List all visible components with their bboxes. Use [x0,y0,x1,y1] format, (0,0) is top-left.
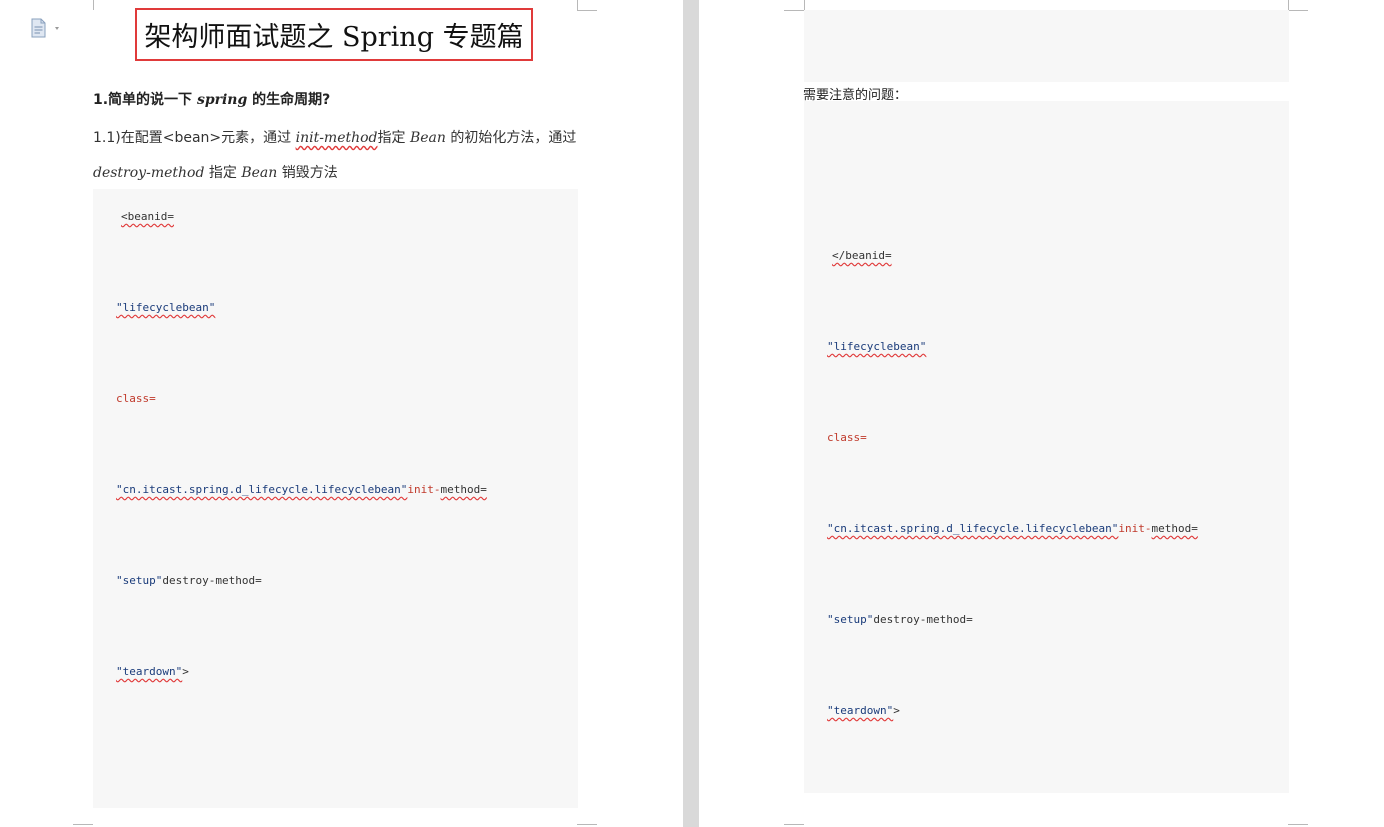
crop-mark [1288,0,1289,10]
crop-mark [784,10,804,11]
code-line-3: class= [116,392,156,405]
code-init-method: method= [1151,522,1198,535]
code-init-prefix: init- [407,483,441,496]
crop-mark [93,0,94,10]
question-italic: spring [196,92,248,108]
code-setup-value: "setup" [116,574,163,587]
para1-text-a: 1.1)在配置<bean>元素，通过 [93,130,296,146]
code-block-left: <beanid= "lifecyclebean" class= "cn.itca… [93,189,578,808]
code-bean-id: "lifecyclebean" [827,340,927,353]
paragraph-line-1: 1.1)在配置<bean>元素，通过 init-method指定 Bean 的初… [93,127,576,147]
code-line-6: "teardown"> [116,665,189,678]
code-teardown-value: "teardown" [827,704,894,717]
code-line-1: </beanid= [832,249,892,262]
question-suffix: 的生命周期? [247,92,331,108]
code-class-attr: class= [827,431,867,444]
code-line-4: "cn.itcast.spring.d_lifecycle.lifecycleb… [827,522,1198,535]
code-block-right-top [804,10,1289,82]
para2-text-b: 指定 [204,165,242,181]
para2-bean: Bean [241,165,278,181]
code-line-6: "teardown"> [827,704,900,717]
page-left: 架构师面试题之 Spring 专题篇 1.简单的说一下 spring 的生命周期… [0,0,683,827]
crop-mark [73,824,93,825]
code-line-5: "setup"destroy-method= [827,613,973,626]
document-outline-icon[interactable] [30,18,64,38]
code-line-2: "lifecyclebean" [116,301,215,314]
code-init-method: method= [440,483,487,496]
para1-init-method: init-method [295,130,378,146]
para1-bean: Bean [409,130,446,146]
code-class-value: "cn.itcast.spring.d_lifecycle.lifecycleb… [827,522,1119,535]
para2-destroy-method: destroy-method [93,165,205,181]
crop-mark [1288,10,1308,11]
document-title: 架构师面试题之 Spring 专题篇 [135,8,533,61]
crop-mark [1288,824,1308,825]
code-line-1: <beanid= [121,210,174,223]
para1-text-e: 的初始化方法，通过 [445,130,577,146]
crop-mark [577,824,597,825]
code-destroy-method: destroy-method= [162,574,262,587]
code-bean-open: <beanid= [121,210,174,223]
code-line-2: "lifecyclebean" [827,340,926,353]
code-line-5: "setup"destroy-method= [116,574,262,587]
question-prefix: 1.简单的说一下 [93,92,197,108]
code-bean-close: </beanid= [832,249,892,262]
paragraph-line-2: destroy-method 指定 Bean 销毁方法 [93,162,338,182]
code-bean-id: "lifecyclebean" [116,301,216,314]
para1-text-c: 指定 [377,130,410,146]
page-gutter [683,0,699,827]
code-init-prefix: init- [1118,522,1152,535]
code-close-bracket: > [182,665,189,678]
code-class-attr: class= [116,392,156,405]
para2-text-d: 销毁方法 [277,165,338,181]
document-viewport: 架构师面试题之 Spring 专题篇 1.简单的说一下 spring 的生命周期… [0,0,1384,827]
crop-mark [577,0,578,10]
code-destroy-method: destroy-method= [873,613,973,626]
crop-mark [804,0,805,10]
crop-mark [784,824,804,825]
code-class-value: "cn.itcast.spring.d_lifecycle.lifecycleb… [116,483,408,496]
code-teardown-value: "teardown" [116,665,183,678]
question-heading: 1.简单的说一下 spring 的生命周期? [93,89,330,109]
code-setup-value: "setup" [827,613,874,626]
code-line-3: class= [827,431,867,444]
code-block-right: </beanid= "lifecyclebean" class= "cn.itc… [804,101,1289,793]
document-title-text: 架构师面试题之 Spring 专题篇 [144,22,524,53]
code-close-bracket: > [893,704,900,717]
code-line-4: "cn.itcast.spring.d_lifecycle.lifecycleb… [116,483,487,496]
crop-mark [577,10,597,11]
